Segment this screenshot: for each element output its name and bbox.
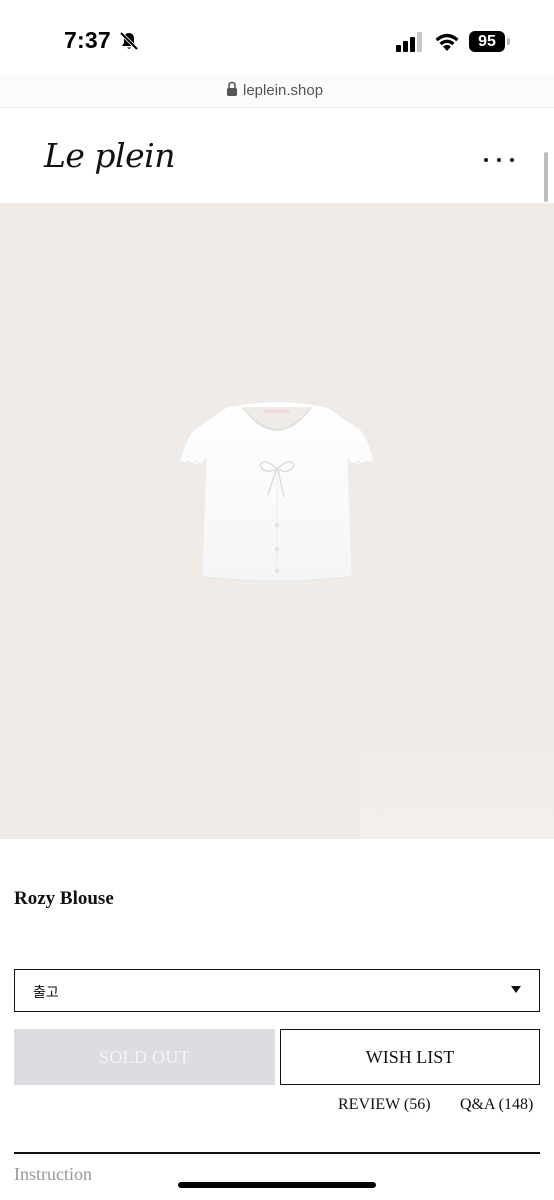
bell-off-icon	[119, 31, 139, 51]
sold-out-button[interactable]: SOLD OUT	[14, 1029, 275, 1085]
option-select[interactable]: 출고	[14, 969, 540, 1012]
wifi-icon	[435, 33, 459, 51]
option-selected-value: 출고	[33, 985, 59, 1001]
scrollbar[interactable]	[544, 152, 548, 202]
status-bar: 7:37 95	[0, 0, 554, 74]
signal-icon	[396, 32, 422, 52]
status-time: 7:37	[64, 27, 111, 53]
url-text[interactable]: leplein.shop	[243, 82, 323, 99]
dot	[484, 158, 488, 162]
more-dots-icon[interactable]	[484, 152, 514, 168]
battery-level: 95	[469, 31, 505, 52]
wish-list-button[interactable]: WISH LIST	[280, 1029, 540, 1085]
blouse-image	[179, 401, 375, 582]
review-link[interactable]: REVIEW (56)	[338, 1096, 431, 1114]
site-header: Le plein	[0, 108, 554, 203]
image-highlight	[360, 743, 554, 839]
browser-url-bar[interactable]: leplein.shop	[0, 74, 554, 108]
dot	[510, 158, 514, 162]
lock-icon	[227, 81, 237, 96]
product-name: Rozy Blouse	[14, 888, 114, 909]
site-logo[interactable]: Le plein	[44, 136, 175, 175]
instruction-tab[interactable]: Instruction	[14, 1164, 92, 1185]
divider	[14, 1152, 540, 1154]
battery-tip	[507, 38, 510, 45]
dot	[497, 158, 501, 162]
product-image[interactable]	[0, 203, 554, 839]
battery-icon: 95	[469, 31, 511, 52]
chevron-down-icon	[511, 986, 521, 993]
home-indicator[interactable]	[178, 1182, 376, 1188]
qa-link[interactable]: Q&A (148)	[460, 1096, 533, 1114]
